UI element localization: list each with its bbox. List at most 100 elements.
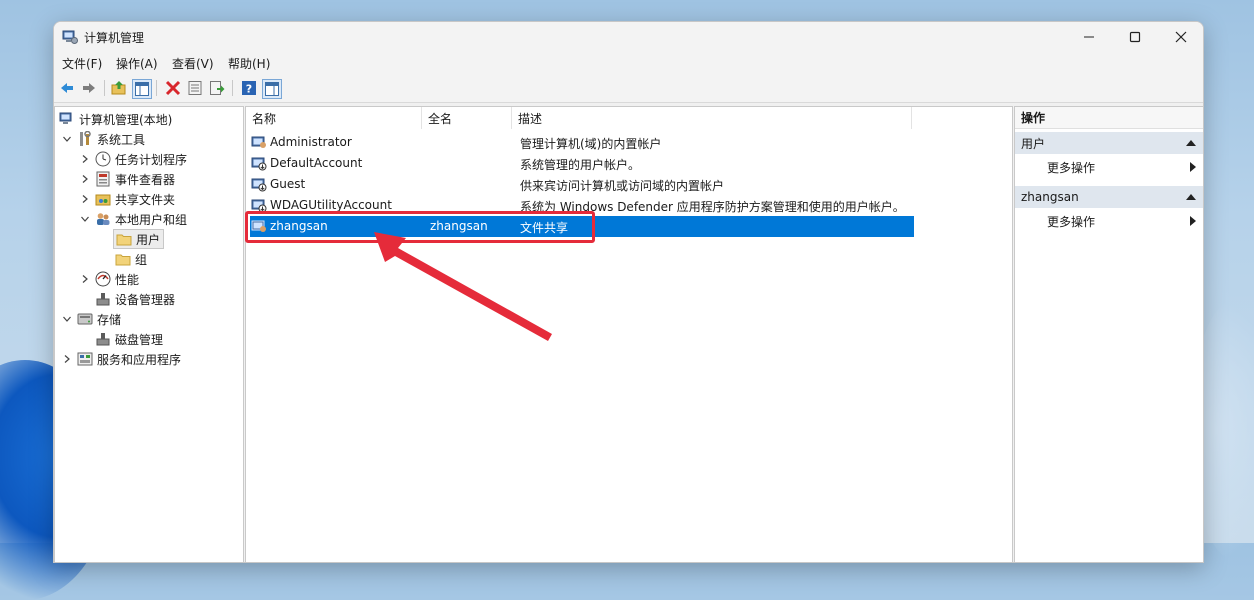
menu-file[interactable]: 文件(F) bbox=[62, 55, 102, 72]
disk-management-icon bbox=[96, 333, 110, 346]
tree-item-storage[interactable]: 存储 bbox=[61, 309, 121, 329]
submenu-arrow-icon bbox=[1190, 216, 1196, 226]
tree-item-local-users-groups[interactable]: 本地用户和组 bbox=[79, 209, 187, 229]
tree-item-label: 磁盘管理 bbox=[115, 332, 164, 347]
chevron-right-icon[interactable] bbox=[79, 153, 91, 165]
close-button[interactable] bbox=[1158, 22, 1203, 52]
disabled-user-icon bbox=[251, 178, 267, 192]
toolbar-separator bbox=[104, 80, 105, 96]
tree-item-label: 性能 bbox=[115, 272, 140, 287]
actions-more-actions-users[interactable]: 更多操作 bbox=[1047, 157, 1095, 177]
tree-item-label: 设备管理器 bbox=[115, 292, 176, 307]
user-icon bbox=[251, 136, 266, 148]
actions-pane: 操作 用户 更多操作 zhangsan 更多操作 bbox=[1014, 106, 1203, 562]
user-description: 文件共享 bbox=[520, 221, 569, 235]
table-row[interactable]: Administrator 管理计算机(域)的内置帐户 bbox=[250, 132, 914, 153]
table-row[interactable]: WDAGUtilityAccount 系统为 Windows Defender … bbox=[250, 195, 914, 216]
properties-button[interactable] bbox=[186, 79, 204, 97]
tree-item-event-viewer[interactable]: 事件查看器 bbox=[79, 169, 175, 189]
user-name: Guest bbox=[270, 177, 306, 191]
toolbar: ? bbox=[54, 74, 1203, 103]
back-button[interactable] bbox=[58, 79, 76, 97]
menu-help[interactable]: 帮助(H) bbox=[228, 55, 270, 72]
tree-item-task-scheduler[interactable]: 任务计划程序 bbox=[79, 149, 187, 169]
maximize-icon bbox=[1129, 31, 1141, 43]
show-hide-action-pane-button[interactable] bbox=[262, 79, 282, 99]
chevron-down-icon[interactable] bbox=[61, 133, 73, 145]
user-name: WDAGUtilityAccount bbox=[270, 198, 392, 212]
performance-icon bbox=[95, 271, 111, 287]
disabled-user-icon bbox=[251, 199, 267, 213]
event-viewer-icon bbox=[96, 171, 110, 187]
show-hide-tree-icon bbox=[135, 82, 149, 96]
user-name: zhangsan bbox=[270, 219, 328, 233]
export-list-button[interactable] bbox=[208, 79, 226, 97]
tree-item-label: 本地用户和组 bbox=[115, 212, 188, 227]
tree-item-device-manager[interactable]: 设备管理器 bbox=[95, 289, 175, 309]
table-row[interactable]: Guest 供来宾访问计算机或访问域的内置帐户 bbox=[250, 174, 914, 195]
forward-button[interactable] bbox=[80, 79, 98, 97]
actions-section-title: zhangsan bbox=[1021, 190, 1079, 204]
tree-item-services-applications[interactable]: 服务和应用程序 bbox=[61, 349, 181, 369]
toolbar-separator bbox=[156, 80, 157, 96]
close-icon bbox=[1175, 31, 1187, 43]
computer-management-icon bbox=[59, 112, 72, 124]
export-list-icon bbox=[210, 81, 225, 95]
tree-item-disk-management[interactable]: 磁盘管理 bbox=[95, 329, 163, 349]
table-row[interactable]: DefaultAccount 系统管理的用户帐户。 bbox=[250, 153, 914, 174]
show-hide-tree-button[interactable] bbox=[132, 79, 152, 99]
maximize-button[interactable] bbox=[1112, 22, 1158, 52]
column-header-fullname[interactable]: 全名 bbox=[422, 107, 512, 129]
user-fullname: zhangsan bbox=[430, 219, 488, 233]
chevron-right-icon[interactable] bbox=[61, 353, 73, 365]
user-name: Administrator bbox=[270, 135, 352, 149]
table-row-selected[interactable]: zhangsan zhangsan 文件共享 bbox=[250, 216, 914, 237]
user-description: 系统管理的用户帐户。 bbox=[520, 158, 641, 172]
tree-item-label: 存储 bbox=[97, 312, 122, 327]
help-icon: ? bbox=[242, 81, 256, 96]
column-header-description[interactable]: 描述 bbox=[512, 107, 912, 129]
actions-more-actions-zhangsan[interactable]: 更多操作 bbox=[1047, 211, 1095, 231]
device-manager-icon bbox=[96, 293, 110, 306]
chevron-right-icon[interactable] bbox=[79, 273, 91, 285]
up-level-button[interactable] bbox=[110, 79, 128, 97]
tree-item-shared-folders[interactable]: 共享文件夹 bbox=[79, 189, 175, 209]
svg-text:?: ? bbox=[246, 83, 252, 96]
folder-icon bbox=[115, 254, 131, 266]
title-bar[interactable]: 计算机管理 bbox=[54, 22, 1203, 52]
chevron-right-icon[interactable] bbox=[79, 173, 91, 185]
delete-button[interactable] bbox=[164, 79, 182, 97]
actions-section-users[interactable]: 用户 bbox=[1015, 132, 1203, 154]
chevron-right-icon[interactable] bbox=[79, 193, 91, 205]
user-description: 供来宾访问计算机或访问域的内置帐户 bbox=[520, 179, 725, 193]
disabled-user-icon bbox=[251, 157, 267, 171]
column-header-name[interactable]: 名称 bbox=[246, 107, 422, 129]
collapse-up-icon bbox=[1186, 194, 1196, 200]
tree-item-label: 用户 bbox=[136, 232, 161, 247]
tree-item-computer-management[interactable]: 计算机管理(本地) bbox=[59, 109, 172, 129]
tree-item-performance[interactable]: 性能 bbox=[79, 269, 139, 289]
tree-item-system-tools[interactable]: 系统工具 bbox=[61, 129, 145, 149]
users-groups-icon bbox=[97, 213, 110, 225]
actions-section-zhangsan[interactable]: zhangsan bbox=[1015, 186, 1203, 208]
chevron-down-icon[interactable] bbox=[61, 313, 73, 325]
menu-view[interactable]: 查看(V) bbox=[172, 55, 214, 72]
storage-icon bbox=[77, 313, 93, 325]
minimize-button[interactable] bbox=[1066, 22, 1112, 52]
action-label: 更多操作 bbox=[1047, 214, 1096, 229]
menu-action[interactable]: 操作(A) bbox=[116, 55, 158, 72]
computer-management-icon bbox=[62, 30, 78, 44]
toolbar-separator bbox=[232, 80, 233, 96]
clock-icon bbox=[95, 151, 111, 167]
window-title: 计算机管理 bbox=[84, 31, 145, 45]
tree-item-groups[interactable]: 组 bbox=[115, 249, 147, 269]
chevron-down-icon[interactable] bbox=[79, 213, 91, 225]
tree-item-label: 任务计划程序 bbox=[115, 152, 188, 167]
help-button[interactable]: ? bbox=[240, 79, 258, 97]
computer-management-window: 计算机管理 文件(F) 操作(A) 查看(V) 帮助(H) ? 计算机管理(本地… bbox=[53, 21, 1204, 563]
shared-folder-icon bbox=[95, 194, 111, 206]
tree-item-label: 组 bbox=[135, 252, 148, 267]
up-folder-icon bbox=[111, 81, 126, 95]
tree-item-users[interactable]: 用户 bbox=[113, 229, 165, 249]
folder-icon bbox=[116, 234, 132, 246]
